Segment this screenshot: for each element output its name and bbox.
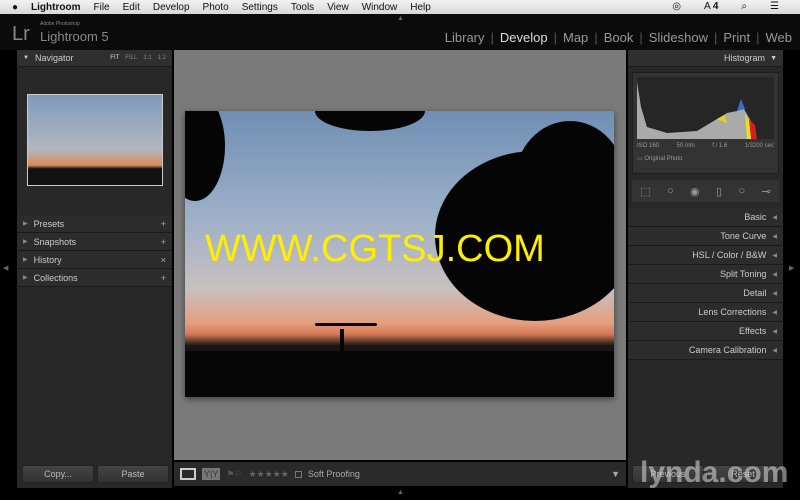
lynda-watermark: lynda.com: [640, 456, 789, 489]
original-photo-toggle[interactable]: ▭ Original Photo: [633, 149, 778, 168]
adobe-count: 4: [712, 1, 719, 12]
histogram: ISO 160 50 mm f / 1.6 1/3200 sec ▭ Origi…: [632, 72, 779, 174]
iso-value: ISO 160: [637, 143, 660, 149]
radial-filter-icon[interactable]: ○: [738, 185, 745, 197]
menu-edit[interactable]: Edit: [123, 2, 140, 13]
zoom-fill[interactable]: FILL: [125, 55, 137, 61]
search-icon[interactable]: ⌕: [741, 1, 747, 12]
collections-section[interactable]: ▶ Collections +: [17, 269, 172, 287]
lightroom-logo: Lr Adobe Photoshop Lightroom 5: [12, 21, 109, 45]
histogram-header[interactable]: Histogram ▼: [628, 50, 783, 67]
graduated-filter-icon[interactable]: ▯: [716, 185, 722, 198]
module-print[interactable]: Print: [723, 30, 750, 45]
histogram-graph: [637, 82, 757, 139]
menu-tools[interactable]: Tools: [291, 2, 314, 13]
module-picker: Library | Develop | Map | Book | Slideshow | …: [444, 30, 793, 45]
module-library[interactable]: Library: [445, 30, 485, 45]
menu-view[interactable]: View: [327, 2, 349, 13]
menu-window[interactable]: Window: [362, 2, 398, 13]
copy-button[interactable]: Copy...: [22, 465, 94, 483]
crop-tool-icon[interactable]: ⬚: [640, 185, 650, 198]
creative-cloud-icon[interactable]: ◎: [672, 1, 681, 12]
module-develop[interactable]: Develop: [500, 30, 548, 45]
focal-length: 50 mm: [676, 143, 695, 149]
snapshots-section[interactable]: ▶ Snapshots +: [17, 233, 172, 251]
left-panel-toggle[interactable]: ◀: [3, 264, 8, 272]
split-toning-section[interactable]: Split Toning ◀: [628, 265, 783, 284]
menu-file[interactable]: File: [93, 2, 109, 13]
soft-proofing-label: Soft Proofing: [307, 469, 360, 479]
menu-settings[interactable]: Settings: [242, 2, 278, 13]
adobe-icon[interactable]: A 4: [704, 1, 718, 12]
effects-section[interactable]: Effects ◀: [628, 322, 783, 341]
add-preset-icon[interactable]: +: [161, 219, 166, 229]
top-panel-toggle[interactable]: ▲: [397, 15, 404, 22]
zoom-fit[interactable]: FIT: [110, 55, 119, 61]
tone-curve-section[interactable]: Tone Curve ◀: [628, 227, 783, 246]
flag-icon[interactable]: ⚑⚐: [226, 469, 242, 480]
navigator-header[interactable]: ▼ Navigator FIT FILL 1:1 1:2: [17, 50, 172, 67]
zoom-1-1[interactable]: 1:1: [143, 55, 151, 61]
hsl-section[interactable]: HSL / Color / B&W ◀: [628, 246, 783, 265]
right-panel-toggle[interactable]: ▶: [789, 264, 794, 272]
spot-removal-icon[interactable]: ○: [667, 185, 674, 197]
soft-proofing-checkbox[interactable]: [294, 470, 302, 478]
add-collection-icon[interactable]: +: [161, 273, 166, 283]
tool-strip: ⬚ ○ ◉ ▯ ○ ⊸: [632, 180, 779, 202]
paste-button[interactable]: Paste: [97, 465, 169, 483]
camera-calibration-section[interactable]: Camera Calibration ◀: [628, 341, 783, 360]
toolbar-menu-icon[interactable]: ▼: [611, 469, 620, 479]
zoom-1-2[interactable]: 1:2: [158, 55, 166, 61]
module-web[interactable]: Web: [766, 30, 793, 45]
shutter-speed: 1/3200 sec: [744, 143, 774, 149]
adjustment-brush-icon[interactable]: ⊸: [762, 185, 771, 198]
star-rating[interactable]: ★★★★★: [248, 469, 288, 480]
menu-help[interactable]: Help: [410, 2, 431, 13]
bottom-panel-toggle[interactable]: ▲: [397, 489, 404, 496]
add-snapshot-icon[interactable]: +: [161, 237, 166, 247]
list-icon[interactable]: ☰: [770, 1, 779, 12]
watermark: WWW.CGTSJ.COM: [205, 228, 545, 270]
lens-corrections-section[interactable]: Lens Corrections ◀: [628, 303, 783, 322]
aperture: f / 1.6: [712, 143, 728, 149]
apple-icon[interactable]: ●: [12, 2, 18, 13]
loupe-view-icon[interactable]: [180, 468, 196, 480]
before-after-button[interactable]: Y|Y: [202, 468, 221, 480]
left-panel: ▼ Navigator FIT FILL 1:1 1:2 ▶ Presets + ▶ S…: [17, 50, 172, 488]
clear-history-icon[interactable]: ×: [161, 255, 166, 265]
basic-section[interactable]: Basic ◀: [628, 208, 783, 227]
presets-section[interactable]: ▶ Presets +: [17, 215, 172, 233]
menu-photo[interactable]: Photo: [203, 2, 229, 13]
toolbar: Y|Y ⚑⚐ ★★★★★ Soft Proofing ▼: [174, 462, 626, 486]
detail-section[interactable]: Detail ◀: [628, 284, 783, 303]
red-eye-icon[interactable]: ◉: [690, 185, 700, 198]
navigator-preview[interactable]: [27, 94, 163, 186]
menu-bar: ● Lightroom File Edit Develop Photo Sett…: [0, 0, 800, 14]
history-section[interactable]: ▶ History ×: [17, 251, 172, 269]
module-map[interactable]: Map: [563, 30, 588, 45]
menu-develop[interactable]: Develop: [153, 2, 190, 13]
module-book[interactable]: Book: [604, 30, 634, 45]
module-slideshow[interactable]: Slideshow: [649, 30, 708, 45]
right-panel: Histogram ▼ ISO 160 50 mm f / 1.6 1/3200 …: [628, 50, 783, 488]
menu-app[interactable]: Lightroom: [31, 2, 80, 13]
